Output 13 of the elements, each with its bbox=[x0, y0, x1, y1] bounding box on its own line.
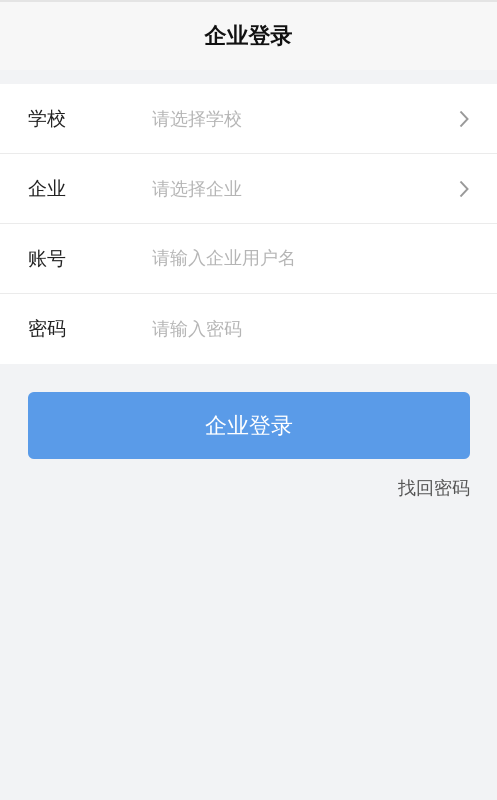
field-label: 账号 bbox=[28, 246, 67, 272]
select-field[interactable]: 请选择企业 bbox=[152, 154, 497, 223]
field-label: 密码 bbox=[28, 317, 67, 342]
page-title: 企业登录 bbox=[204, 23, 292, 51]
chevron-right-icon bbox=[459, 180, 469, 198]
login-button[interactable]: 企业登录 bbox=[28, 392, 470, 459]
field-label: 学校 bbox=[28, 106, 67, 132]
input-field[interactable]: 请输入企业用户名 bbox=[152, 224, 469, 293]
forgot-password-link[interactable]: 找回密码 bbox=[398, 476, 470, 500]
field-label: 企业 bbox=[28, 176, 67, 202]
chevron-right-icon bbox=[459, 110, 469, 128]
input-field[interactable]: 请输入密码 bbox=[152, 294, 469, 364]
select-field[interactable]: 请选择学校 bbox=[152, 84, 497, 153]
